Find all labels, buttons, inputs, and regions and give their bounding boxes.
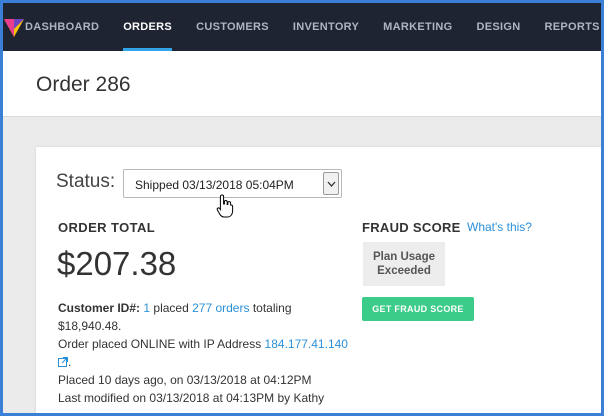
placed-text: placed <box>153 301 189 315</box>
customer-id-label: Customer ID#: <box>58 301 141 315</box>
nav-orders[interactable]: ORDERS <box>123 3 172 51</box>
ip-line: Order placed ONLINE with IP Address 184.… <box>58 335 358 353</box>
customer-id-link[interactable]: 1 <box>143 301 150 315</box>
order-total-label: ORDER TOTAL <box>58 220 156 235</box>
modified-line: Last modified on 03/13/2018 at 04:13PM b… <box>58 391 325 405</box>
nav-dashboard[interactable]: DASHBOARD <box>25 3 99 51</box>
ip-address-link[interactable]: 184.177.41.140 <box>265 337 348 351</box>
top-nav: DASHBOARD ORDERS CUSTOMERS INVENTORY MAR… <box>3 3 601 51</box>
plan-line-2: Exceeded <box>377 265 431 277</box>
app-window: DASHBOARD ORDERS CUSTOMERS INVENTORY MAR… <box>3 3 601 413</box>
nav-inventory[interactable]: INVENTORY <box>293 3 359 51</box>
nav-marketing[interactable]: MARKETING <box>383 3 452 51</box>
chevron-down-icon[interactable] <box>323 172 339 195</box>
get-fraud-score-button[interactable]: GET FRAUD SCORE <box>362 297 474 321</box>
period-text: . <box>68 355 72 369</box>
plan-line-1: Plan Usage <box>373 251 435 263</box>
nav-reports[interactable]: REPORTS <box>544 3 599 51</box>
page-header: Order 286 <box>3 51 601 117</box>
placed-line: Placed 10 days ago, on 03/13/2018 at 04:… <box>58 373 312 387</box>
status-value: Shipped 03/13/2018 05:04PM <box>135 178 294 192</box>
order-info: Customer ID#: 1 placed 277 orders totali… <box>58 299 358 407</box>
customer-total: $18,940.48. <box>58 319 122 333</box>
orders-link[interactable]: 277 orders <box>192 301 249 315</box>
ip-prefix: Order placed ONLINE with IP Address <box>58 337 262 351</box>
order-card: Status: Shipped 03/13/2018 05:04PM ORDER… <box>36 147 601 413</box>
page-title: Order 286 <box>36 73 131 96</box>
plan-usage-badge: Plan Usage Exceeded <box>363 242 445 286</box>
nav-customers[interactable]: CUSTOMERS <box>196 3 269 51</box>
customer-line: Customer ID#: 1 placed 277 orders totali… <box>58 299 358 317</box>
ip-external-line: . <box>58 353 358 371</box>
fraud-score-label: FRAUD SCORE <box>362 220 461 235</box>
whats-this-link[interactable]: What's this? <box>467 220 532 234</box>
hand-cursor-icon <box>216 194 234 218</box>
order-total-value: $207.38 <box>57 245 177 282</box>
status-label: Status: <box>56 171 116 192</box>
external-link-icon[interactable] <box>58 354 68 367</box>
totaling-text: totaling <box>252 301 292 315</box>
logo-icon[interactable] <box>3 3 25 51</box>
nav-design[interactable]: DESIGN <box>476 3 520 51</box>
